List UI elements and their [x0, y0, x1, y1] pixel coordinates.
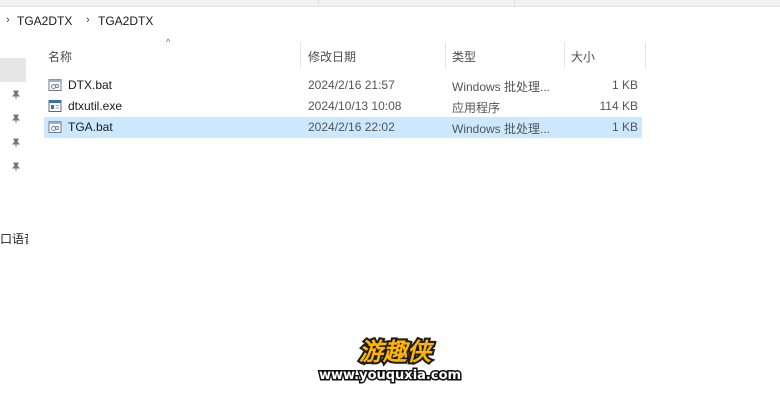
file-type: 应用程序 [452, 101, 501, 115]
column-header-date[interactable]: 修改日期 [301, 42, 445, 70]
file-name: DTX.bat [68, 78, 113, 92]
breadcrumb-item[interactable]: TGA2DTX [17, 14, 72, 28]
bat-file-icon [48, 79, 62, 91]
navigation-pane: 口语音 [0, 36, 28, 417]
file-date: 2024/2/16 21:57 [308, 78, 395, 92]
watermark-graphic: 游趣侠 www.youquxia.com [317, 336, 462, 385]
file-date: 2024/10/13 10:08 [308, 99, 402, 113]
chevron-right-icon[interactable]: › [86, 14, 90, 26]
column-header-type[interactable]: 类型 [446, 42, 564, 70]
column-header-label: 名称 [48, 50, 73, 64]
pin-icon[interactable] [11, 90, 21, 100]
watermark-logo-text: 游趣侠 [359, 338, 435, 366]
column-header-label: 大小 [571, 50, 596, 64]
watermark-url: www.youquxia.com [319, 368, 461, 383]
exe-file-icon [48, 100, 62, 112]
address-bar[interactable]: › TGA2DTX › TGA2DTX [0, 9, 780, 35]
bat-file-icon [48, 121, 62, 133]
column-divider[interactable] [645, 42, 646, 68]
file-size: 1 KB [611, 120, 638, 134]
pin-icon[interactable] [11, 138, 21, 148]
pin-icon[interactable] [11, 114, 21, 124]
file-date: 2024/2/16 22:02 [308, 120, 395, 134]
nav-selected-item[interactable] [0, 58, 26, 82]
breadcrumb-item[interactable]: TGA2DTX [98, 14, 153, 28]
file-row[interactable]: DTX.bat 2024/2/16 21:57 Windows 批处理... 1… [44, 75, 642, 96]
file-name: dtxutil.exe [68, 99, 123, 113]
window-top-strip [0, 0, 780, 7]
column-header-name[interactable]: 名称 [44, 42, 300, 70]
column-header-label: 类型 [452, 50, 477, 64]
file-row[interactable]: dtxutil.exe 2024/10/13 10:08 应用程序 114 KB [44, 96, 642, 117]
file-size: 1 KB [611, 78, 638, 92]
pin-icon[interactable] [11, 162, 21, 172]
file-type: Windows 批处理... [452, 122, 551, 136]
chevron-right-icon[interactable]: › [6, 14, 10, 26]
watermark-logo: 游趣侠 www.youquxia.com [310, 333, 480, 391]
column-header-label: 修改日期 [308, 50, 357, 64]
file-type: Windows 批处理... [452, 80, 551, 94]
file-size: 114 KB [599, 99, 638, 113]
nav-item-clipped-label[interactable]: 口语音 [0, 230, 28, 247]
column-header-size[interactable]: 大小 [565, 42, 645, 70]
file-name: TGA.bat [68, 120, 113, 134]
file-row[interactable]: TGA.bat 2024/2/16 22:02 Windows 批处理... 1… [44, 117, 642, 138]
